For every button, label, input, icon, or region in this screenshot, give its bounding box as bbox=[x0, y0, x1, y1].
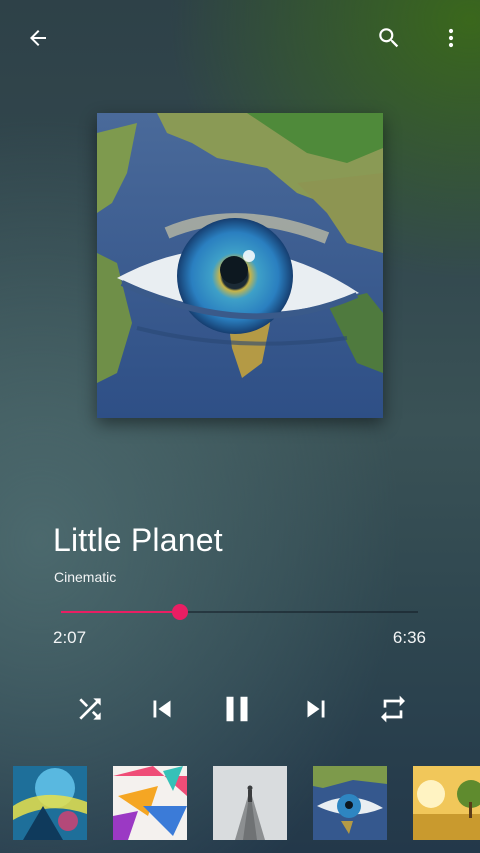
shuffle-button[interactable] bbox=[65, 684, 115, 734]
shuffle-icon bbox=[79, 698, 101, 720]
seek-progress bbox=[61, 611, 180, 613]
search-button[interactable] bbox=[365, 14, 413, 62]
total-duration: 6:36 bbox=[392, 628, 426, 647]
queue-item[interactable] bbox=[313, 766, 387, 840]
song-title: Little Planet bbox=[53, 522, 223, 558]
more-vert-icon bbox=[448, 28, 454, 48]
queue-item[interactable] bbox=[213, 766, 287, 840]
seek-bar[interactable] bbox=[61, 600, 418, 624]
queue-strip bbox=[0, 766, 480, 840]
artist-name: Cinematic bbox=[54, 569, 117, 585]
repeat-icon bbox=[381, 695, 405, 723]
queue-item[interactable] bbox=[413, 766, 480, 840]
skip-next-icon bbox=[307, 700, 325, 718]
person-on-foggy-pier-artwork bbox=[213, 766, 287, 840]
arrow-back-icon bbox=[30, 30, 46, 46]
back-button[interactable] bbox=[14, 14, 62, 62]
earth-eye-artwork bbox=[313, 766, 387, 840]
elapsed-time: 2:07 bbox=[53, 628, 87, 647]
queue-item[interactable] bbox=[13, 766, 87, 840]
colorful-abstract-shapes-artwork bbox=[113, 766, 187, 840]
pause-icon bbox=[226, 696, 248, 722]
toolbar bbox=[0, 0, 480, 76]
skip-previous-icon bbox=[153, 700, 171, 718]
album-art bbox=[97, 113, 383, 418]
queue-item[interactable] bbox=[113, 766, 187, 840]
search-icon bbox=[379, 28, 399, 48]
repeat-button[interactable] bbox=[368, 684, 418, 734]
play-pause-button[interactable] bbox=[210, 684, 264, 734]
next-button[interactable] bbox=[291, 684, 341, 734]
more-options-button[interactable] bbox=[427, 14, 475, 62]
seek-thumb[interactable] bbox=[171, 604, 188, 620]
abstract-blue-figure-artwork bbox=[13, 766, 87, 840]
previous-button[interactable] bbox=[137, 684, 187, 734]
golden-field-tree-artwork bbox=[413, 766, 480, 840]
